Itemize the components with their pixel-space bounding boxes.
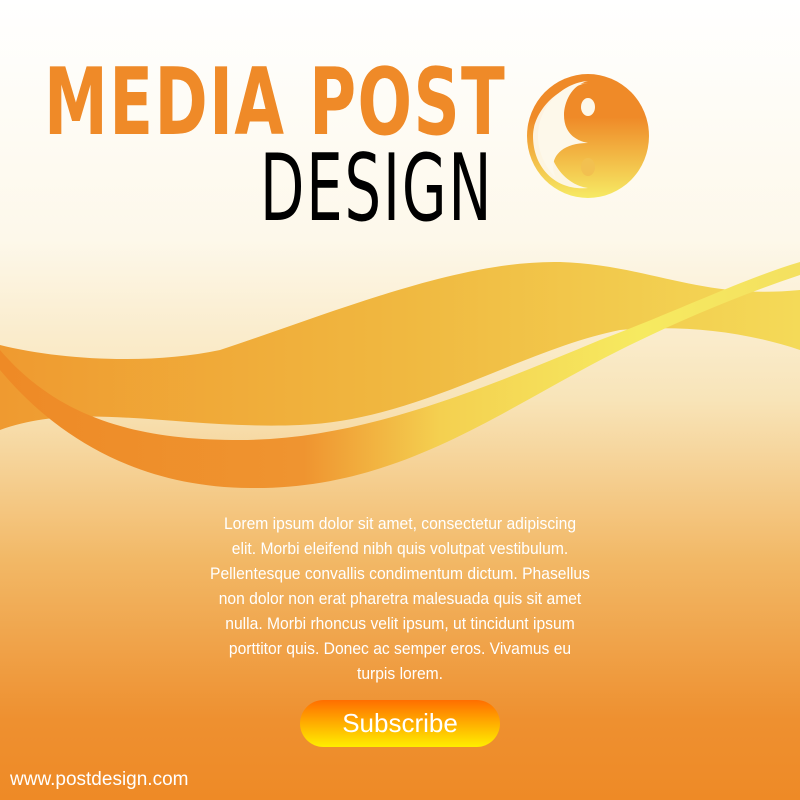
description-line: turpis lorem. [356,664,444,683]
description-line: nulla. Morbi rhoncus velit ipsum, ut tin… [225,614,575,633]
description-line: elit. Morbi eleifend nibh quis volutpat … [231,539,569,558]
description-line: Pellentesque convallis condimentum dictu… [210,564,590,583]
website-link[interactable]: www.postdesign.com [10,769,188,791]
title-design: DESIGN [260,134,494,242]
description-text: Lorem ipsum dolor sit amet, consectetur … [150,511,650,686]
description-line: porttitor quis. Donec ac semper eros. Vi… [228,639,572,658]
description-line: Lorem ipsum dolor sit amet, consectetur … [223,514,577,533]
yin-yang-icon [527,74,649,198]
subscribe-button[interactable]: Subscribe [300,700,500,747]
description-line: non dolor non erat pharetra malesuada qu… [218,589,582,608]
